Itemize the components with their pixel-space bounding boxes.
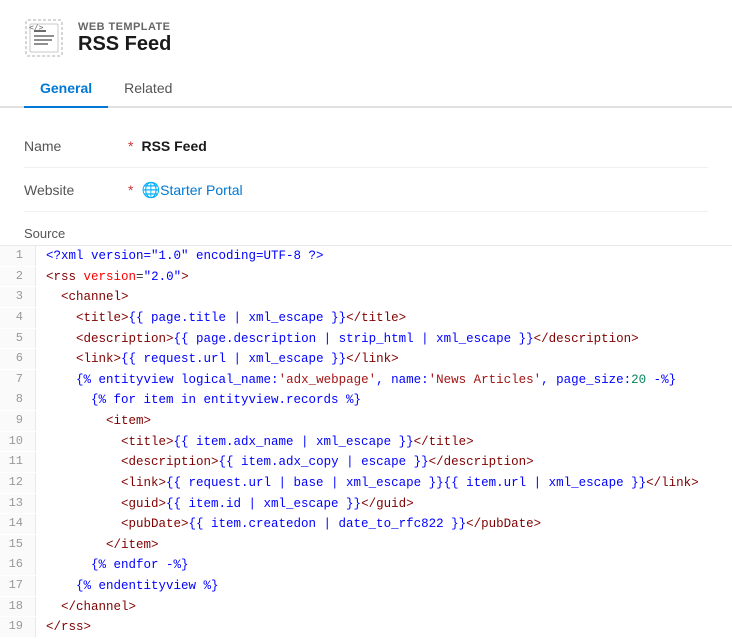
line-number: 9 <box>0 411 36 431</box>
table-row: 13 <guid>{{ item.id | xml_escape }}</gui… <box>0 494 732 515</box>
line-content: <link>{{ request.url | xml_escape }}</li… <box>36 349 732 370</box>
website-label: Website <box>24 182 124 198</box>
line-number: 2 <box>0 267 36 287</box>
svg-text:</>: </> <box>29 23 44 32</box>
line-content: <title>{{ page.title | xml_escape }}</ti… <box>36 308 732 329</box>
name-required: * <box>128 138 133 154</box>
table-row: 16 {% endfor -%} <box>0 555 732 576</box>
line-content: <description>{{ item.adx_copy | escape }… <box>36 452 732 473</box>
tab-bar: General Related <box>0 70 732 108</box>
line-number: 14 <box>0 514 36 534</box>
line-number: 1 <box>0 246 36 266</box>
table-row: 14 <pubDate>{{ item.createdon | date_to_… <box>0 514 732 535</box>
table-row: 11 <description>{{ item.adx_copy | escap… <box>0 452 732 473</box>
line-number: 5 <box>0 329 36 349</box>
globe-icon: 🌐 <box>141 181 160 199</box>
line-content: </item> <box>36 535 732 556</box>
table-row: 18 </channel> <box>0 597 732 618</box>
website-required: * <box>128 182 133 198</box>
form-section: Name * RSS Feed Website * 🌐 Starter Port… <box>0 108 732 212</box>
line-content: <rss version="2.0"> <box>36 267 732 288</box>
line-number: 12 <box>0 473 36 493</box>
line-content: <description>{{ page.description | strip… <box>36 329 732 350</box>
table-row: 15 </item> <box>0 535 732 556</box>
table-row: 5 <description>{{ page.description | str… <box>0 329 732 350</box>
table-row: 10 <title>{{ item.adx_name | xml_escape … <box>0 432 732 453</box>
name-value: RSS Feed <box>141 138 206 154</box>
line-number: 17 <box>0 576 36 596</box>
line-content: <pubDate>{{ item.createdon | date_to_rfc… <box>36 514 732 535</box>
line-content: <?xml version="1.0" encoding=UTF-8 ?> <box>36 246 732 267</box>
line-number: 13 <box>0 494 36 514</box>
table-row: 12 <link>{{ request.url | base | xml_esc… <box>0 473 732 494</box>
line-number: 4 <box>0 308 36 328</box>
line-number: 15 <box>0 535 36 555</box>
page-header: </> WEB TEMPLATE RSS Feed <box>0 0 732 70</box>
web-template-icon: </> <box>24 18 64 58</box>
code-editor: 1<?xml version="1.0" encoding=UTF-8 ?>2<… <box>0 245 732 638</box>
table-row: 9 <item> <box>0 411 732 432</box>
table-row: 6 <link>{{ request.url | xml_escape }}</… <box>0 349 732 370</box>
line-content: <channel> <box>36 287 732 308</box>
table-row: 1<?xml version="1.0" encoding=UTF-8 ?> <box>0 246 732 267</box>
line-number: 11 <box>0 452 36 472</box>
line-content: <title>{{ item.adx_name | xml_escape }}<… <box>36 432 732 453</box>
source-section-label: Source <box>0 212 732 245</box>
table-row: 8 {% for item in entityview.records %} <box>0 390 732 411</box>
line-number: 7 <box>0 370 36 390</box>
tab-general[interactable]: General <box>24 70 108 108</box>
line-number: 8 <box>0 390 36 410</box>
table-row: 19</rss> <box>0 617 732 638</box>
table-row: 3 <channel> <box>0 287 732 308</box>
line-number: 10 <box>0 432 36 452</box>
line-content: <guid>{{ item.id | xml_escape }}</guid> <box>36 494 732 515</box>
table-row: 4 <title>{{ page.title | xml_escape }}</… <box>0 308 732 329</box>
table-row: 7 {% entityview logical_name:'adx_webpag… <box>0 370 732 391</box>
line-content: </channel> <box>36 597 732 618</box>
line-number: 6 <box>0 349 36 369</box>
line-content: {% endfor -%} <box>36 555 732 576</box>
name-label: Name <box>24 138 124 154</box>
header-title: RSS Feed <box>78 33 171 56</box>
tab-related[interactable]: Related <box>108 70 188 108</box>
website-field-row: Website * 🌐 Starter Portal <box>24 168 708 212</box>
line-content: {% endentityview %} <box>36 576 732 597</box>
table-row: 17 {% endentityview %} <box>0 576 732 597</box>
line-number: 3 <box>0 287 36 307</box>
header-subtitle: WEB TEMPLATE <box>78 21 171 33</box>
line-number: 18 <box>0 597 36 617</box>
line-content: <link>{{ request.url | base | xml_escape… <box>36 473 732 494</box>
line-number: 19 <box>0 617 36 637</box>
line-number: 16 <box>0 555 36 575</box>
table-row: 2<rss version="2.0"> <box>0 267 732 288</box>
line-content: <item> <box>36 411 732 432</box>
line-content: {% entityview logical_name:'adx_webpage'… <box>36 370 732 391</box>
name-field-row: Name * RSS Feed <box>24 124 708 168</box>
line-content: {% for item in entityview.records %} <box>36 390 732 411</box>
line-content: </rss> <box>36 617 732 638</box>
header-text: WEB TEMPLATE RSS Feed <box>78 21 171 56</box>
website-link[interactable]: Starter Portal <box>160 182 242 198</box>
